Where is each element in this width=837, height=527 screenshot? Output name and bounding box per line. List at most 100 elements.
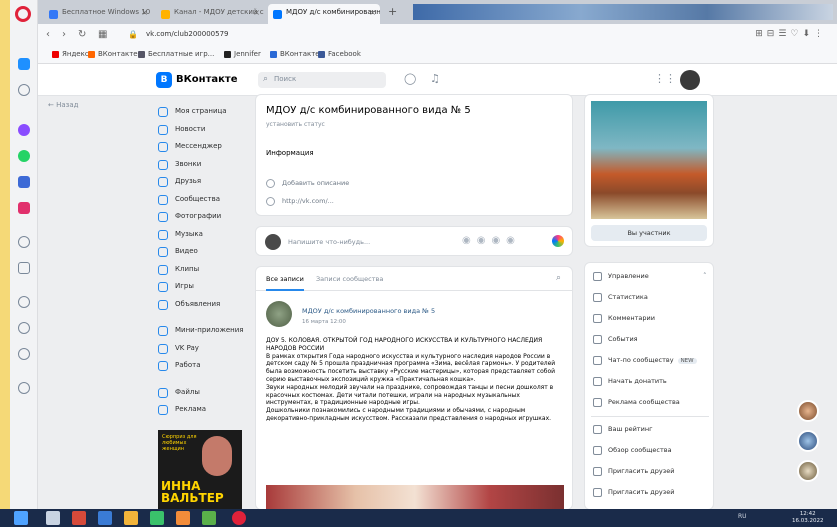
bookmark-yandex[interactable]: Яндекс [52, 50, 89, 58]
action-comments[interactable]: Комментарии [593, 314, 655, 323]
action-stats[interactable]: Статистика [593, 293, 648, 302]
avatar[interactable] [680, 70, 700, 90]
search-icon[interactable]: ⌕ [556, 273, 561, 283]
history-icon[interactable] [18, 322, 30, 334]
menu-item-communities[interactable]: Сообщества [156, 192, 246, 210]
action-chat[interactable]: Чат-по сообществу NEW [593, 356, 697, 365]
vk-logo-icon[interactable]: В [156, 72, 172, 88]
menu-item-clips[interactable]: Клипы [156, 262, 246, 280]
bell-icon[interactable]: ◯ [404, 72, 416, 85]
vk-logo-text[interactable]: ВКонтакте [176, 74, 237, 85]
app-icon[interactable] [176, 511, 190, 525]
whatsapp-icon[interactable] [18, 150, 30, 162]
post-author-avatar[interactable] [266, 301, 292, 327]
post-date[interactable]: 16 марта 12:00 [302, 319, 346, 325]
action-donate[interactable]: Начать донатить [593, 377, 667, 386]
promo-banner[interactable]: Сюрприз для любимых женщин ИННА ВАЛЬТЕР [158, 430, 242, 509]
post-author[interactable]: МДОУ д/с комбинированного вида № 5 [302, 307, 435, 315]
menu-item-mini-apps[interactable]: Мини-приложения [156, 323, 246, 341]
tab-group[interactable]: МДОУ д/с комбинированного × [268, 4, 380, 24]
tab-community-posts[interactable]: Записи сообщества [316, 275, 383, 283]
new-tab-icon[interactable]: + [388, 5, 397, 18]
chat-avatar[interactable] [797, 460, 819, 482]
close-icon[interactable]: × [253, 8, 260, 17]
post-compose[interactable]: Напишите что-нибудь... ◉◉◉◉ [255, 226, 573, 256]
edge-icon[interactable] [98, 511, 112, 525]
group-photo[interactable] [591, 101, 707, 219]
bookmark-vk[interactable]: ВКонтакте [88, 50, 138, 58]
attach-icons[interactable]: ◉◉◉◉ [462, 235, 521, 246]
member-button[interactable]: Вы участник [591, 225, 707, 241]
menu-item-friends[interactable]: Друзья [156, 174, 246, 192]
player-icon[interactable] [18, 262, 30, 274]
toolbar-icons[interactable]: ⊞⊟☰♡⬇⋮ [755, 29, 827, 39]
start-icon[interactable] [14, 511, 28, 525]
menu-item-messenger[interactable]: Мессенджер [156, 139, 246, 157]
location-icon[interactable] [18, 382, 30, 394]
menu-item-photos[interactable]: Фотографии [156, 209, 246, 227]
back-link[interactable]: ← Назад [48, 101, 79, 109]
apps-grid-icon[interactable]: ⋮⋮ [654, 72, 676, 85]
website-link[interactable]: http://vk.com/... [266, 197, 334, 206]
forward-arrow-icon[interactable]: › [62, 29, 66, 40]
folder-icon[interactable] [124, 511, 138, 525]
gear-icon[interactable] [18, 348, 30, 360]
heart-icon[interactable] [18, 296, 30, 308]
action-manage[interactable]: Управление [593, 272, 649, 281]
reload-icon[interactable]: ↻ [78, 29, 86, 40]
opera-taskbar-icon[interactable] [232, 511, 246, 525]
action-invite-friends[interactable]: Пригласить друзей [593, 488, 674, 497]
clock[interactable]: 12:42 16.03.2022 [792, 511, 824, 525]
chevron-up-icon[interactable]: ˄ [703, 272, 707, 280]
bookmark-games[interactable]: Бесплатные игр... [138, 50, 214, 58]
explorer-icon[interactable] [46, 511, 60, 525]
clips-colorful-icon[interactable] [552, 235, 564, 247]
search-input[interactable]: ⌕ Поиск [258, 72, 386, 88]
menu-item-video[interactable]: Видео [156, 244, 246, 262]
menu-item-work[interactable]: Работа [156, 358, 246, 376]
vk-sidebar-icon[interactable] [18, 176, 30, 188]
office-icon[interactable] [72, 511, 86, 525]
tab-all-posts[interactable]: Все записи [266, 275, 304, 291]
bookmark-jennifer[interactable]: Jennifer [224, 50, 261, 58]
post-photo[interactable] [266, 485, 564, 509]
menu-item-my-page[interactable]: Моя страница [156, 104, 246, 122]
url-field[interactable]: vk.com/club200000579 [146, 30, 229, 38]
action-advertise[interactable]: Реклама сообщества [593, 398, 680, 407]
chat-avatar[interactable] [797, 400, 819, 422]
messenger-icon[interactable] [18, 124, 30, 136]
action-events[interactable]: События [593, 335, 638, 344]
bookmark-facebook[interactable]: Facebook [318, 50, 361, 58]
status-link[interactable]: установить статус [266, 121, 325, 128]
speed-dial-icon[interactable] [18, 58, 30, 70]
menu-item-vk-pay[interactable]: VK Pay [156, 341, 246, 359]
menu-item-music[interactable]: Музыка [156, 227, 246, 245]
app-icon[interactable] [202, 511, 216, 525]
tab-windows[interactable]: Бесплатное Windows 10 в Ру × [44, 4, 152, 24]
opera-logo-icon[interactable] [15, 6, 31, 22]
menu-item-advertising[interactable]: Реклама [156, 402, 246, 420]
app-icon[interactable] [150, 511, 164, 525]
close-icon[interactable]: × [369, 8, 376, 17]
compose-input[interactable]: Напишите что-нибудь... [288, 238, 370, 246]
menu-item-ads[interactable]: Объявления [156, 297, 246, 315]
action-invite[interactable]: Пригласить друзей [593, 467, 674, 476]
sidebar-settings-icon[interactable] [18, 236, 30, 248]
menu-item-calls[interactable]: Звонки [156, 157, 246, 175]
tray-language[interactable]: RU [738, 513, 747, 520]
bookmark-vk2[interactable]: ВКонтакте [270, 50, 320, 58]
add-description-link[interactable]: Добавить описание [266, 179, 349, 188]
news-icon[interactable] [18, 84, 30, 96]
action-rating[interactable]: Ваш рейтинг [593, 425, 652, 434]
instagram-icon[interactable] [18, 202, 30, 214]
chat-avatar[interactable] [797, 430, 819, 452]
menu-item-news[interactable]: Новости [156, 122, 246, 140]
menu-item-files[interactable]: Файлы [156, 385, 246, 403]
close-icon[interactable]: × [141, 8, 148, 17]
menu-item-games[interactable]: Игры [156, 279, 246, 297]
tab-channel[interactable]: Канал - МДОУ детский с × [156, 4, 264, 24]
tabs-grid-icon[interactable]: ▦ [98, 29, 107, 40]
back-arrow-icon[interactable]: ‹ [46, 29, 50, 40]
music-icon[interactable]: ♫ [430, 72, 440, 85]
action-overview[interactable]: Обзор сообщества [593, 446, 672, 455]
